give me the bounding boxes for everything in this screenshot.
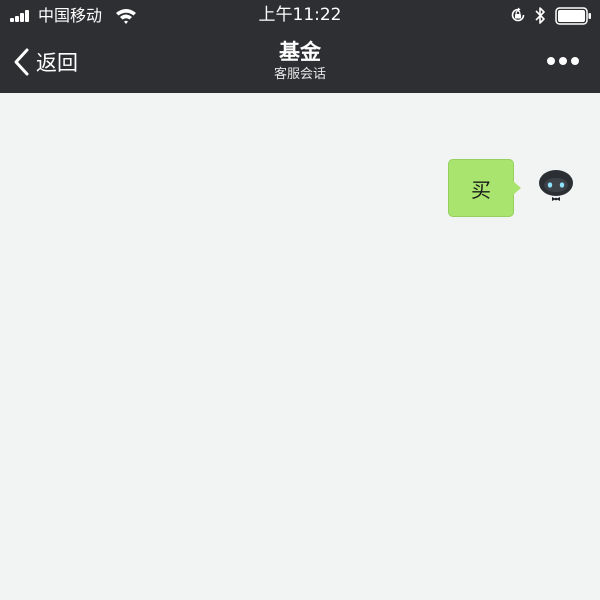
more-options-button[interactable]	[540, 49, 586, 73]
nav-bar: 返回 基金 客服会话	[0, 32, 600, 93]
page-subtitle: 客服会话	[273, 67, 326, 82]
more-dots-icon	[547, 57, 555, 65]
chat-area[interactable]: 买	[0, 93, 600, 600]
bubble-tail	[513, 181, 521, 195]
page-title: 基金	[279, 40, 321, 64]
battery-icon	[555, 7, 591, 25]
robot-avatar-icon[interactable]	[535, 166, 577, 208]
rotation-lock-icon	[511, 7, 525, 22]
status-bar: 中国移动 上午11:22	[0, 0, 600, 32]
bluetooth-icon	[535, 7, 545, 24]
message-bubble[interactable]: 买	[448, 159, 514, 217]
